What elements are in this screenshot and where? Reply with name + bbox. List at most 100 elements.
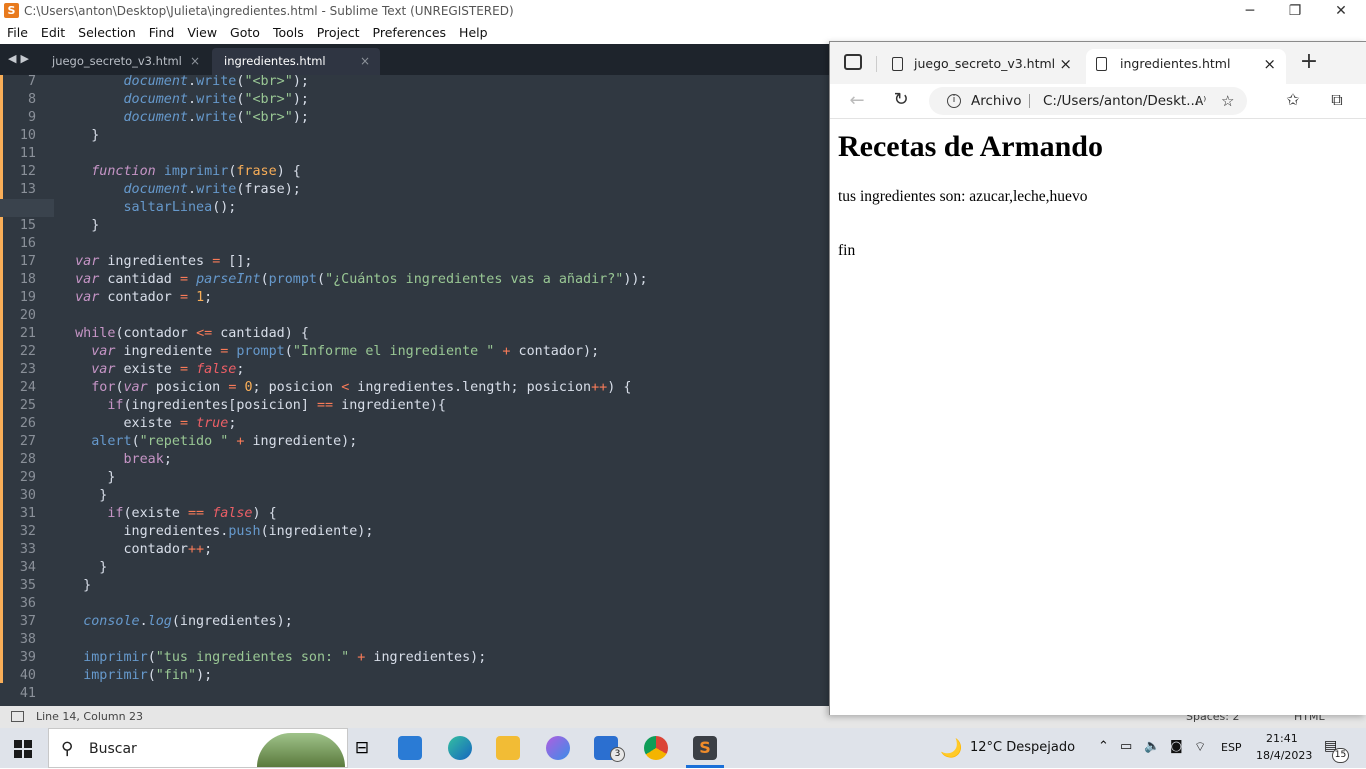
read-aloud-icon[interactable]: A⁾ bbox=[1195, 87, 1206, 115]
code-line: var existe = false; bbox=[91, 362, 245, 377]
code-line: } bbox=[59, 218, 100, 233]
line-number: 22 bbox=[19, 344, 36, 359]
restore-button[interactable]: ❐ bbox=[1272, 0, 1318, 22]
line-number: 25 bbox=[19, 398, 36, 413]
menu-selection[interactable]: Selection bbox=[71, 22, 142, 44]
page-heading: Recetas de Armando bbox=[838, 130, 1103, 163]
refresh-icon[interactable]: ↻ bbox=[890, 89, 912, 110]
tab-close-icon[interactable]: × bbox=[360, 48, 370, 75]
browser-tab-juego-secreto[interactable]: juego_secreto_v3.html × bbox=[882, 49, 1082, 84]
line-number: 29 bbox=[19, 470, 36, 485]
line-number: 8 bbox=[27, 92, 36, 107]
tab-close-icon[interactable]: × bbox=[1263, 49, 1276, 79]
line-number: 37 bbox=[19, 614, 36, 629]
line-number: 36 bbox=[19, 596, 36, 611]
browser-tab-ingredientes[interactable]: ingredientes.html × bbox=[1086, 49, 1286, 84]
mail-icon[interactable]: 3 bbox=[594, 736, 625, 762]
code-line: } bbox=[59, 128, 100, 143]
meet-icon[interactable]: ◙ bbox=[1170, 739, 1183, 754]
sublime-title-bar: S C:\Users\anton\Desktop\Julieta\ingredi… bbox=[0, 0, 1366, 22]
menu-goto[interactable]: Goto bbox=[223, 22, 266, 44]
wifi-icon[interactable]: ⌔ bbox=[1194, 739, 1206, 755]
minimize-button[interactable]: ─ bbox=[1227, 0, 1273, 22]
menu-edit[interactable]: Edit bbox=[34, 22, 71, 44]
line-number: 26 bbox=[19, 416, 36, 431]
close-button[interactable]: ✕ bbox=[1318, 0, 1364, 22]
line-number: 12 bbox=[19, 164, 36, 179]
battery-icon[interactable]: ▭ bbox=[1120, 739, 1132, 754]
code-line: var ingredientes = []; bbox=[75, 254, 253, 269]
code-line: document.write("<br>"); bbox=[123, 75, 309, 89]
divider bbox=[876, 56, 877, 72]
tab-ingredientes[interactable]: ingredientes.html × bbox=[212, 48, 380, 75]
clock-time[interactable]: 21:41 bbox=[1266, 732, 1298, 745]
line-gutter: 7891011121314151617181920212223242526272… bbox=[0, 75, 54, 706]
taskbar-search[interactable]: ⚲ Buscar bbox=[48, 728, 348, 768]
code-editor[interactable]: 7891011121314151617181920212223242526272… bbox=[0, 75, 830, 706]
favorites-icon[interactable]: ✩ bbox=[1282, 90, 1304, 109]
sublime-logo-icon: S bbox=[4, 3, 19, 18]
code-line: } bbox=[59, 578, 92, 593]
menu-tools[interactable]: Tools bbox=[266, 22, 310, 44]
store-icon[interactable] bbox=[398, 736, 422, 760]
weather-text[interactable]: 12°C Despejado bbox=[970, 740, 1075, 755]
browser-window: juego_secreto_v3.html × ingredientes.htm… bbox=[829, 41, 1366, 715]
code-line: ingredientes.push(ingrediente); bbox=[59, 524, 374, 539]
weather-moon-icon[interactable]: 🌙 bbox=[940, 738, 962, 759]
tab-juego-secreto[interactable]: juego_secreto_v3.html × bbox=[40, 48, 210, 75]
back-icon[interactable]: ← bbox=[846, 90, 868, 111]
tab-close-icon[interactable]: × bbox=[190, 48, 200, 75]
code-line: document.write(frase); bbox=[123, 182, 301, 197]
panel-toggle-icon[interactable] bbox=[11, 711, 24, 722]
line-number: 35 bbox=[19, 578, 36, 593]
windows-start-icon[interactable] bbox=[14, 740, 32, 758]
cursor-position: Line 14, Column 23 bbox=[36, 710, 144, 723]
divider bbox=[1029, 94, 1030, 108]
search-highlight-image bbox=[257, 733, 345, 767]
file-icon bbox=[1096, 57, 1107, 71]
line-number: 39 bbox=[19, 650, 36, 665]
line-number: 16 bbox=[19, 236, 36, 251]
code-line: existe = true; bbox=[59, 416, 237, 431]
file-explorer-icon[interactable] bbox=[496, 736, 520, 760]
menu-view[interactable]: View bbox=[180, 22, 223, 44]
chrome-icon[interactable] bbox=[644, 736, 668, 760]
new-tab-icon[interactable]: + bbox=[1298, 51, 1320, 73]
menu-preferences[interactable]: Preferences bbox=[366, 22, 453, 44]
edge-icon[interactable] bbox=[448, 736, 472, 760]
tab-label: ingredientes.html bbox=[1120, 56, 1231, 71]
search-icon: ⚲ bbox=[61, 739, 74, 759]
menu-file[interactable]: File bbox=[0, 22, 34, 44]
address-scheme: Archivo bbox=[971, 93, 1022, 109]
menu-project[interactable]: Project bbox=[310, 22, 366, 44]
line-number: 31 bbox=[19, 506, 36, 521]
tab-actions-icon[interactable] bbox=[844, 54, 862, 70]
line-number: 33 bbox=[19, 542, 36, 557]
code-line: if(existe == false) { bbox=[107, 506, 277, 521]
tab-close-icon[interactable]: × bbox=[1059, 49, 1072, 79]
clock-date[interactable]: 18/4/2023 bbox=[1256, 749, 1312, 762]
copilot-icon[interactable] bbox=[546, 736, 570, 760]
language-indicator[interactable]: ESP bbox=[1221, 741, 1242, 754]
sublime-taskbar-icon[interactable]: S bbox=[693, 736, 717, 760]
tab-nav-arrows-icon[interactable]: ◀▶ bbox=[8, 52, 33, 65]
info-icon[interactable]: i bbox=[947, 94, 961, 108]
editor-tab-bar: ◀▶ juego_secreto_v3.html × ingredientes.… bbox=[0, 44, 830, 75]
menu-find[interactable]: Find bbox=[142, 22, 181, 44]
line-number: 18 bbox=[19, 272, 36, 287]
menu-help[interactable]: Help bbox=[452, 22, 494, 44]
volume-icon[interactable]: 🔈 bbox=[1144, 739, 1160, 754]
add-favorite-icon[interactable]: ☆ bbox=[1221, 87, 1234, 115]
line-number: 9 bbox=[27, 110, 36, 125]
task-view-icon[interactable]: ⊟ bbox=[350, 736, 374, 760]
collections-icon[interactable]: ⧉ bbox=[1326, 90, 1348, 110]
line-number: 27 bbox=[19, 434, 36, 449]
browser-tab-strip: juego_secreto_v3.html × ingredientes.htm… bbox=[830, 42, 1366, 84]
tray-chevron-icon[interactable]: ⌃ bbox=[1098, 739, 1109, 754]
address-bar[interactable]: i Archivo C:/Users/anton/Deskt... A⁾ ☆ bbox=[929, 87, 1247, 115]
line-number: 38 bbox=[19, 632, 36, 647]
line-number: 13 bbox=[19, 182, 36, 197]
line-number: 34 bbox=[19, 560, 36, 575]
code-line: contador++; bbox=[59, 542, 213, 557]
code-line: function imprimir(frase) { bbox=[91, 164, 301, 179]
